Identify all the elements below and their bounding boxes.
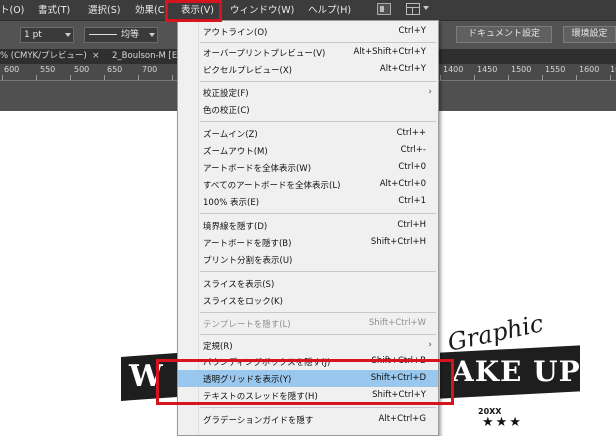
bridge-icon[interactable] [377, 3, 391, 15]
ruler-tick-label: 500 [74, 65, 90, 74]
menu-item-shortcut: Shift+Ctrl+H [370, 237, 426, 247]
menu-item-shortcut: Alt+Ctrl+0 [379, 179, 426, 189]
menu-item-label: すべてのアートボードを全体表示(L) [203, 181, 341, 191]
stroke-profile-line [89, 34, 117, 35]
menu-item-hide-gradient-annotator[interactable]: グラデーションガイドを隠す Alt+Ctrl+G [178, 411, 438, 428]
menu-item-proof-colors[interactable]: 色の校正(C) [178, 101, 438, 118]
menu-item-shortcut: Ctrl++ [396, 128, 426, 138]
menu-item-shortcut: Ctrl+1 [398, 196, 426, 206]
menu-item-show-slices[interactable]: スライスを表示(S) [178, 275, 438, 292]
menu-item-lock-slices[interactable]: スライスをロック(K) [178, 292, 438, 309]
chevron-down-icon [65, 33, 71, 37]
ruler-tick-label: 1450 [477, 65, 498, 74]
annotation-highlight-transparency-grid [156, 359, 454, 405]
menu-type[interactable]: 書式(T) [38, 4, 70, 17]
menu-item-label: アウトライン(O) [203, 28, 268, 38]
close-icon[interactable]: × [92, 50, 100, 64]
menu-help[interactable]: ヘルプ(H) [308, 4, 351, 17]
menu-item-label: 境界線を隠す(D) [203, 222, 268, 232]
menu-item-label: 100% 表示(E) [203, 198, 260, 208]
ruler-tick-label: 1500 [511, 65, 532, 74]
ruler-tick-label: 650 [107, 65, 123, 74]
menu-item-label: テンプレートを隠す(L) [203, 320, 291, 330]
chevron-down-icon[interactable] [423, 6, 429, 10]
stroke-weight-value: 1 pt [24, 30, 42, 40]
menu-item-shortcut: Alt+Ctrl+Y [379, 64, 426, 74]
chevron-down-icon [149, 33, 155, 37]
menu-item-label: プリント分割を表示(U) [203, 256, 293, 266]
ruler-tick-label: 600 [4, 65, 20, 74]
menu-item-hide-artboards[interactable]: アートボードを隠す(B) Shift+Ctrl+H [178, 234, 438, 251]
menu-item-hide-template: テンプレートを隠す(L) Shift+Ctrl+W [178, 315, 438, 332]
menu-item-show-print-tiling[interactable]: プリント分割を表示(U) [178, 251, 438, 268]
submenu-arrow-icon: › [428, 87, 432, 97]
ruler-tick-label: 1650 [610, 65, 616, 74]
menu-item-label: スライスをロック(K) [203, 297, 283, 307]
menu-item-shortcut: Alt+Shift+Ctrl+Y [353, 47, 426, 57]
menu-separator [200, 42, 436, 43]
menu-item-fit-all[interactable]: すべてのアートボードを全体表示(L) Alt+Ctrl+0 [178, 176, 438, 193]
menu-effect[interactable]: 効果(C [135, 4, 164, 17]
menu-item-actual-size[interactable]: 100% 表示(E) Ctrl+1 [178, 193, 438, 210]
menu-separator [200, 121, 436, 122]
menu-item-label: 校正設定(F) [203, 89, 249, 99]
menu-item-label: ズームアウト(M) [203, 147, 268, 157]
submenu-arrow-icon: › [428, 340, 432, 350]
menu-item-shortcut: Alt+Ctrl+G [378, 414, 426, 424]
menu-window[interactable]: ウィンドウ(W) [230, 4, 294, 17]
menu-item-rulers[interactable]: 定規(R) › [178, 337, 438, 354]
menu-item-shortcut: Ctrl+- [400, 145, 426, 155]
menu-item-hide-edges[interactable]: 境界線を隠す(D) Ctrl+H [178, 217, 438, 234]
menu-select[interactable]: 選択(S) [88, 4, 120, 17]
menu-object[interactable]: ト(O) [0, 4, 24, 17]
menu-item-label: グラデーションガイドを隠す [203, 416, 314, 426]
artwork-ribbon-right-text: AKE UP [452, 355, 581, 388]
menu-separator [200, 213, 436, 214]
ruler-tick-label: 1400 [443, 65, 464, 74]
document-setup-button[interactable]: ドキュメント設定 [456, 26, 552, 43]
menu-item-proof-setup[interactable]: 校正設定(F) › [178, 84, 438, 101]
menu-separator [200, 81, 436, 82]
ruler-tick-label: 1600 [579, 65, 600, 74]
preferences-button[interactable]: 環境設定 [563, 26, 616, 43]
arrange-documents-icon[interactable] [406, 3, 420, 15]
star-icon: ★★★ [482, 415, 523, 430]
menu-item-label: スライスを表示(S) [203, 280, 275, 290]
menu-item-label: オーバープリントプレビュー(V) [203, 49, 326, 59]
menu-separator [200, 334, 436, 335]
menu-item-label: ピクセルプレビュー(X) [203, 66, 292, 76]
stroke-weight-select[interactable]: 1 pt [20, 27, 74, 43]
stroke-profile-select[interactable]: 均等 [84, 27, 158, 43]
menu-item-label: アートボードを隠す(B) [203, 239, 292, 249]
annotation-highlight-view-menu [165, 0, 222, 22]
menu-item-shortcut: Ctrl+0 [398, 162, 426, 172]
menu-item-label: ズームイン(Z) [203, 130, 258, 140]
stroke-profile-value: 均等 [121, 30, 140, 40]
menu-item-fit-artboard[interactable]: アートボードを全体表示(W) Ctrl+0 [178, 159, 438, 176]
ruler-tick-label: 700 [142, 65, 158, 74]
tab-document-1[interactable]: % (CMYK/プレビュー) [0, 50, 90, 64]
menu-separator [200, 271, 436, 272]
menu-item-zoom-out[interactable]: ズームアウト(M) Ctrl+- [178, 142, 438, 159]
menu-separator [200, 312, 436, 313]
menu-item-label: 定規(R) [203, 342, 233, 352]
menu-bar: ト(O) 書式(T) 選択(S) 効果(C 表示(V) ウィンドウ(W) ヘルプ… [0, 0, 616, 20]
ruler-tick-label: 1550 [545, 65, 566, 74]
menu-item-label: アートボードを全体表示(W) [203, 164, 312, 174]
menu-item-shortcut: Shift+Ctrl+W [368, 318, 426, 328]
tab-document-2[interactable]: 2_Boulson-M [E [112, 50, 178, 64]
menu-item-shortcut: Ctrl+H [397, 220, 426, 230]
menu-item-label: 色の校正(C) [203, 106, 250, 116]
ruler-tick-label: 550 [40, 65, 56, 74]
menu-item-shortcut: Ctrl+Y [398, 26, 426, 36]
menu-item-zoom-in[interactable]: ズームイン(Z) Ctrl++ [178, 125, 438, 142]
menu-item-pixel-preview[interactable]: ピクセルプレビュー(X) Alt+Ctrl+Y [178, 61, 438, 78]
menu-separator [200, 407, 436, 408]
menu-item-outline[interactable]: アウトライン(O) Ctrl+Y [178, 23, 438, 40]
menu-item-overprint-preview[interactable]: オーバープリントプレビュー(V) Alt+Shift+Ctrl+Y [178, 44, 438, 61]
